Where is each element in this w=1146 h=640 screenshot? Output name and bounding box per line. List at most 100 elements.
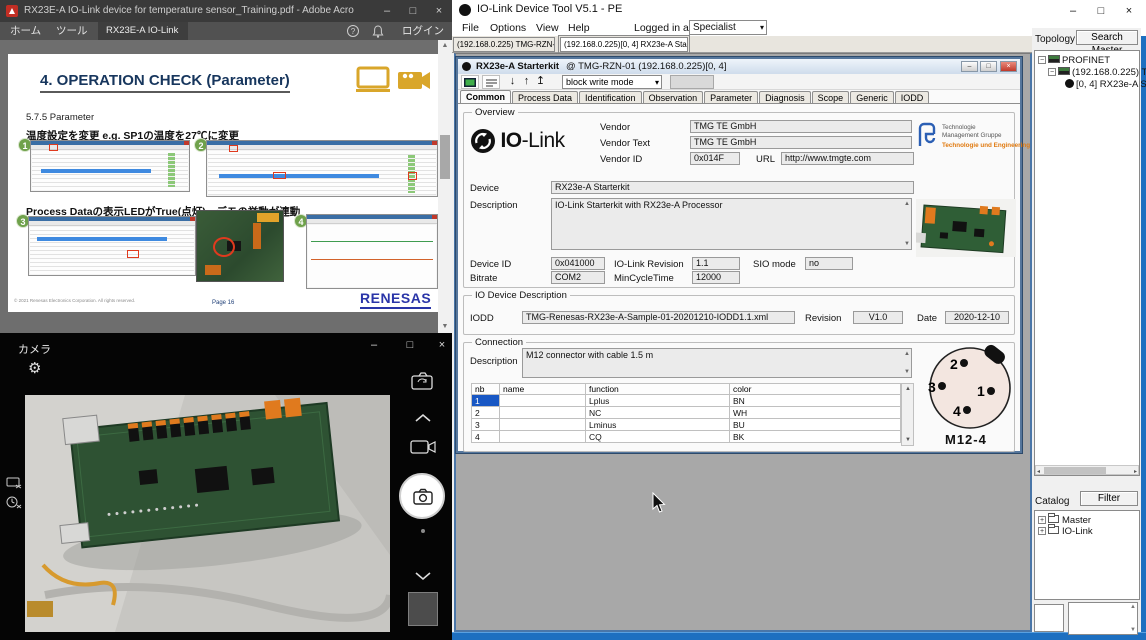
scroll-right-icon[interactable]: ▸	[1134, 468, 1137, 475]
tree-collapse-icon[interactable]: −	[1048, 68, 1056, 76]
device-field[interactable]: RX23e-A Starterkit	[551, 181, 914, 194]
search-master-button[interactable]: Search Master	[1076, 30, 1138, 45]
scroll-up-icon[interactable]: ▲	[438, 40, 452, 52]
menu-options[interactable]: Options	[490, 20, 526, 36]
write-mode-select[interactable]: block write mode▾	[562, 75, 662, 89]
shutter-button[interactable]	[399, 473, 445, 519]
switch-camera-icon[interactable]	[410, 371, 436, 393]
col-function[interactable]: function	[586, 384, 730, 395]
table-row[interactable]: 3 Lminus BU	[472, 419, 901, 431]
timer-off-icon[interactable]	[6, 495, 22, 509]
filter-button[interactable]: Filter	[1080, 491, 1138, 506]
tab-common[interactable]: Common	[460, 90, 511, 103]
gallery-thumbnail-button[interactable]	[408, 592, 438, 626]
child-title-suffix: @ TMG-RZN-01 (192.168.0.225)[0, 4]	[566, 59, 726, 74]
tree-node-profinet[interactable]: −PROFINET	[1038, 55, 1110, 66]
child-minimize-button[interactable]: –	[961, 61, 978, 72]
pdf-scrollbar[interactable]: ▲ ▼	[438, 40, 452, 333]
vendor-id-field[interactable]: 0x014F	[690, 152, 740, 165]
tab-home[interactable]: ホーム	[2, 22, 49, 40]
tab-diagnosis[interactable]: Diagnosis	[759, 91, 811, 103]
scroll-down-icon[interactable]: ▼	[1130, 627, 1136, 633]
pdf-scrollbar-thumb[interactable]	[440, 135, 450, 179]
table-row[interactable]: 1 Lplus BN	[472, 395, 901, 407]
acrobat-minimize-button[interactable]: –	[374, 0, 400, 22]
camera-maximize-button[interactable]: □	[396, 335, 424, 355]
upload-arrow-button[interactable]: ↑	[520, 74, 533, 90]
scroll-up-icon[interactable]: ▲	[1130, 604, 1136, 610]
catalog-node-iolink[interactable]: +IO-Link	[1038, 526, 1093, 537]
iodd-revision-field[interactable]: V1.0	[853, 311, 903, 324]
tab-document[interactable]: RX23E-A IO-Link dev... ×	[98, 22, 188, 40]
bitrate-field[interactable]: COM2	[551, 271, 605, 284]
vendor-text-field[interactable]: TMG TE GmbH	[690, 136, 912, 149]
role-select[interactable]: Specialist▾	[689, 20, 767, 35]
scroll-down-icon[interactable]: ▼	[905, 437, 911, 443]
chevron-up-icon[interactable]	[414, 413, 432, 423]
tree-node-device[interactable]: [0, 4] RX23e-A S	[1065, 79, 1146, 90]
login-button[interactable]: ログイン	[394, 22, 452, 40]
iodd-date-field[interactable]: 2020-12-10	[945, 311, 1009, 324]
col-name[interactable]: name	[500, 384, 586, 395]
iolink-revision-field[interactable]: 1.1	[692, 257, 740, 270]
vendor-field[interactable]: TMG TE GmbH	[690, 120, 912, 133]
iodd-file-field[interactable]: TMG-Renesas-RX23e-A-Sample-01-20201210-I…	[522, 311, 795, 324]
device-status-button[interactable]	[461, 75, 479, 89]
scroll-left-icon[interactable]: ◂	[1037, 468, 1040, 475]
scrollbar-thumb[interactable]	[1044, 467, 1106, 474]
bell-icon[interactable]	[372, 25, 384, 38]
acrobat-maximize-button[interactable]: □	[400, 0, 426, 22]
menu-help[interactable]: Help	[568, 20, 590, 36]
iolink-minimize-button[interactable]: –	[1060, 0, 1086, 22]
acrobat-close-button[interactable]: ×	[426, 0, 452, 22]
refresh-list-button[interactable]	[482, 75, 500, 89]
tree-expand-icon[interactable]: +	[1038, 527, 1046, 535]
tree-collapse-icon[interactable]: −	[1038, 56, 1046, 64]
tree-node-master[interactable]: −(192.168.0.225) TMG-	[1048, 67, 1146, 78]
video-mode-icon[interactable]	[410, 439, 436, 455]
tab-scope[interactable]: Scope	[812, 91, 850, 103]
camera-settings-icon[interactable]: ⚙	[28, 359, 41, 377]
tab-generic[interactable]: Generic	[850, 91, 894, 103]
child-restore-button[interactable]: □	[980, 61, 997, 72]
scroll-up-icon[interactable]: ▲	[905, 386, 911, 392]
col-color[interactable]: color	[730, 384, 901, 395]
table-row[interactable]: 2 NC WH	[472, 407, 901, 419]
table-row[interactable]: 4 CQ BK	[472, 431, 901, 443]
col-nb[interactable]: nb	[472, 384, 500, 395]
doc-tab-master[interactable]: (192.168.0.225) TMG-RZN-01	[453, 37, 555, 52]
tree-expand-icon[interactable]: +	[1038, 516, 1046, 524]
iolink-maximize-button[interactable]: □	[1088, 0, 1114, 22]
tab-tools[interactable]: ツール	[48, 22, 96, 40]
scroll-down-icon[interactable]: ▼	[904, 369, 910, 375]
device-description-area[interactable]: IO-Link Starterkit with RX23e-A Processo…	[551, 198, 912, 250]
connection-description-area[interactable]: M12 connector with cable 1.5 m ▲ ▼	[522, 348, 912, 378]
camera-minimize-button[interactable]: –	[360, 335, 388, 355]
menu-file[interactable]: File	[462, 20, 479, 36]
menu-view[interactable]: View	[536, 20, 559, 36]
min-cycle-field[interactable]: 12000	[692, 271, 740, 284]
tab-iodd[interactable]: IODD	[895, 91, 930, 103]
table-vscrollbar[interactable]: ▲ ▼	[901, 383, 914, 446]
child-close-button[interactable]: ×	[1000, 61, 1017, 72]
hdr-off-icon[interactable]	[6, 477, 22, 489]
tab-observation[interactable]: Observation	[643, 91, 704, 103]
sio-mode-field[interactable]: no	[805, 257, 853, 270]
download-arrow-button[interactable]: ↓	[506, 74, 519, 90]
topology-hscrollbar[interactable]: ◂ ▸	[1035, 465, 1139, 475]
catalog-node-master[interactable]: +Master	[1038, 515, 1091, 526]
tab-identification[interactable]: Identification	[579, 91, 642, 103]
tab-process-data[interactable]: Process Data	[512, 91, 578, 103]
scroll-up-icon[interactable]: ▲	[904, 351, 910, 357]
device-id-field[interactable]: 0x041000	[551, 257, 605, 270]
help-icon[interactable]: ?	[347, 25, 359, 37]
scroll-down-icon[interactable]: ▼	[904, 241, 910, 247]
iolink-close-button[interactable]: ×	[1116, 0, 1142, 22]
scroll-up-icon[interactable]: ▲	[904, 201, 910, 207]
scroll-down-icon[interactable]: ▼	[438, 321, 452, 333]
tab-parameter[interactable]: Parameter	[704, 91, 758, 103]
chevron-down-icon[interactable]	[414, 571, 432, 581]
url-field[interactable]: http://www.tmgte.com	[781, 152, 914, 165]
upload-all-arrow-button[interactable]: ↥	[534, 74, 547, 90]
doc-tab-device[interactable]: (192.168.0.225)[0, 4] RX23e-A Starterkit	[560, 37, 688, 52]
